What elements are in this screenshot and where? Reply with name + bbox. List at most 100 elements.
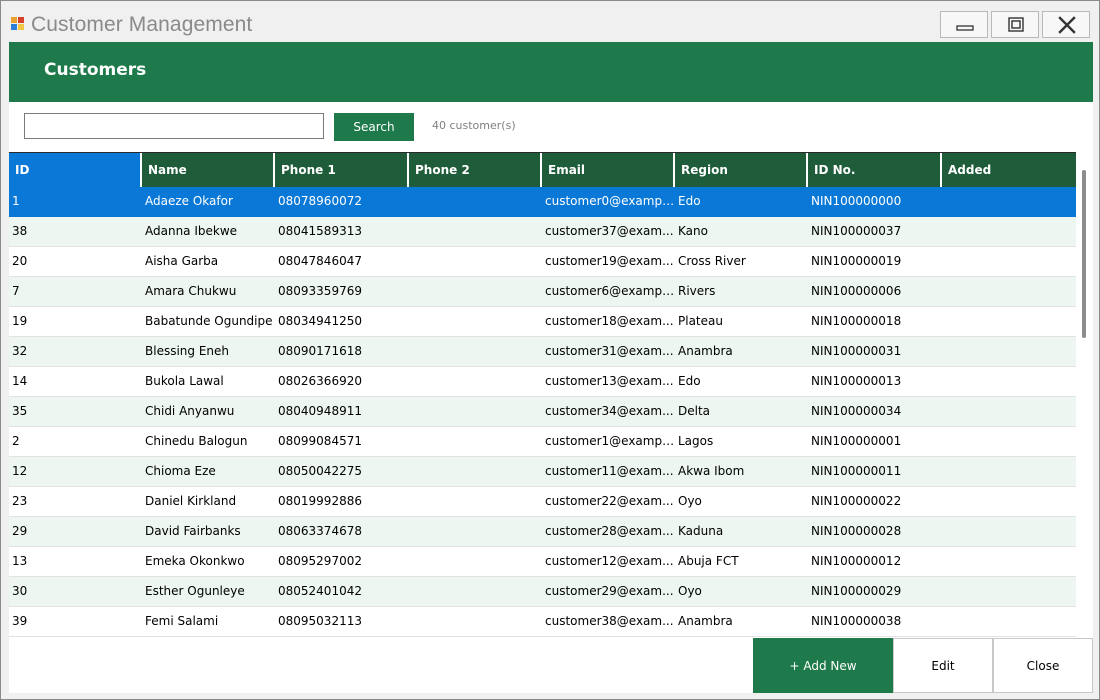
column-header-added[interactable]: Added xyxy=(942,153,1076,187)
table-cell: NIN100000019 xyxy=(811,254,902,268)
table-cell: Akwa Ibom xyxy=(678,464,745,478)
table-cell: Edo xyxy=(678,194,701,208)
table-cell: NIN100000028 xyxy=(811,524,902,538)
table-cell xyxy=(409,607,542,636)
table-cell: NIN100000037 xyxy=(811,224,902,238)
table-cell: Lagos xyxy=(678,434,714,448)
table-cell: 29 xyxy=(12,524,28,538)
table-cell xyxy=(942,427,1076,456)
table-cell: customer1@exampl... xyxy=(545,434,675,448)
table-row[interactable]: 19 Babatunde Ogundipe 08034941250 customer1… xyxy=(9,307,1076,337)
table-cell: NIN100000038 xyxy=(811,614,902,628)
table-cell: 13 xyxy=(12,554,28,568)
table-cell xyxy=(409,577,542,606)
column-header-name[interactable]: Name xyxy=(142,153,275,187)
column-header-id-no[interactable]: ID No. xyxy=(808,153,942,187)
edit-button[interactable]: Edit xyxy=(893,638,993,693)
table-cell: customer38@exam... xyxy=(545,614,674,628)
table-cell xyxy=(942,487,1076,516)
table-row[interactable]: 14 Bukola Lawal 08026366920 customer13@exam… xyxy=(9,367,1076,397)
table-row[interactable]: 20 Aisha Garba 08047846047 customer19@exam.… xyxy=(9,247,1076,277)
table-cell: 08047846047 xyxy=(278,254,362,268)
column-header-id[interactable]: ID xyxy=(9,153,142,187)
search-bar: Search 40 customer(s) xyxy=(9,102,1093,152)
table-cell: 1 xyxy=(12,194,20,208)
table-cell: NIN100000018 xyxy=(811,314,902,328)
table-cell xyxy=(942,607,1076,636)
table-cell: Abuja FCT xyxy=(678,554,739,568)
customers-grid[interactable]: ID Name Phone 1 Phone 2 Email Region ID No. Add… xyxy=(9,152,1093,638)
table-cell xyxy=(942,247,1076,276)
table-cell: Cross River xyxy=(678,254,746,268)
table-cell: 08099084571 xyxy=(278,434,362,448)
table-row[interactable]: 35 Chidi Anyanwu 08040948911 customer34@exa… xyxy=(9,397,1076,427)
column-header-phone-2[interactable]: Phone 2 xyxy=(409,153,542,187)
table-cell xyxy=(942,457,1076,486)
table-cell: customer13@exam... xyxy=(545,374,674,388)
table-cell: Oyo xyxy=(678,584,702,598)
table-cell: customer22@exam... xyxy=(545,494,674,508)
table-cell: 08052401042 xyxy=(278,584,362,598)
close-icon xyxy=(1058,16,1076,34)
table-cell: 08019992886 xyxy=(278,494,362,508)
table-cell: NIN100000012 xyxy=(811,554,902,568)
table-cell: 38 xyxy=(12,224,28,238)
table-cell: customer34@exam... xyxy=(545,404,674,418)
table-cell xyxy=(942,277,1076,306)
table-row[interactable]: 12 Chioma Eze 08050042275 customer11@exam..… xyxy=(9,457,1076,487)
table-row[interactable]: 38 Adanna Ibekwe 08041589313 customer37@exa… xyxy=(9,217,1076,247)
table-row[interactable]: 29 David Fairbanks 08063374678 customer28@e… xyxy=(9,517,1076,547)
column-header-phone-1[interactable]: Phone 1 xyxy=(275,153,409,187)
table-row[interactable]: 7 Amara Chukwu 08093359769 customer6@exampl… xyxy=(9,277,1076,307)
table-cell: customer6@exampl... xyxy=(545,284,675,298)
table-cell: 20 xyxy=(12,254,28,268)
table-row[interactable]: 2 Chinedu Balogun 08099084571 customer1@exa… xyxy=(9,427,1076,457)
table-cell xyxy=(942,367,1076,396)
table-cell: 08063374678 xyxy=(278,524,362,538)
table-cell xyxy=(942,397,1076,426)
add-new-button[interactable]: + Add New xyxy=(753,638,893,693)
table-cell xyxy=(942,577,1076,606)
table-cell: customer0@exampl... xyxy=(545,194,675,208)
table-cell: 08041589313 xyxy=(278,224,362,238)
customer-count-label: 40 customer(s) xyxy=(432,119,516,132)
table-cell: Plateau xyxy=(678,314,723,328)
table-cell: NIN100000011 xyxy=(811,464,902,478)
scrollbar-thumb[interactable] xyxy=(1082,170,1086,338)
column-header-region[interactable]: Region xyxy=(675,153,808,187)
table-cell: customer11@exam... xyxy=(545,464,674,478)
table-row[interactable]: 39 Femi Salami 08095032113 customer38@exam.… xyxy=(9,607,1076,637)
title-bar[interactable]: Customer Management xyxy=(1,1,1099,42)
table-cell: customer28@exam... xyxy=(545,524,674,538)
table-cell: 2 xyxy=(12,434,20,448)
table-row[interactable]: 32 Blessing Eneh 08090171618 customer31@exa… xyxy=(9,337,1076,367)
table-cell: 19 xyxy=(12,314,28,328)
table-cell: Oyo xyxy=(678,494,702,508)
table-cell: Femi Salami xyxy=(145,614,219,628)
table-cell: NIN100000031 xyxy=(811,344,902,358)
table-cell: Esther Ogunleye xyxy=(145,584,245,598)
table-cell: 08093359769 xyxy=(278,284,362,298)
table-cell: Chidi Anyanwu xyxy=(145,404,235,418)
table-cell: Anambra xyxy=(678,344,733,358)
table-row[interactable]: 30 Esther Ogunleye 08052401042 customer29@e… xyxy=(9,577,1076,607)
search-input[interactable] xyxy=(24,113,324,139)
table-row[interactable]: 13 Emeka Okonkwo 08095297002 customer12@exa… xyxy=(9,547,1076,577)
table-cell: customer37@exam... xyxy=(545,224,674,238)
table-cell: 08026366920 xyxy=(278,374,362,388)
minimize-button[interactable] xyxy=(940,11,988,38)
app-icon xyxy=(11,17,25,31)
table-cell xyxy=(409,427,542,456)
column-header-email[interactable]: Email xyxy=(542,153,675,187)
table-cell: 08078960072 xyxy=(278,194,362,208)
maximize-button[interactable] xyxy=(991,11,1039,38)
table-cell: 7 xyxy=(12,284,20,298)
close-button[interactable]: Close xyxy=(993,638,1093,693)
close-window-button[interactable] xyxy=(1042,11,1090,38)
table-row[interactable]: 1 Adaeze Okafor 08078960072 customer0@examp… xyxy=(9,187,1076,217)
table-cell: 32 xyxy=(12,344,28,358)
table-row[interactable]: 23 Daniel Kirkland 08019992886 customer22@e… xyxy=(9,487,1076,517)
search-button[interactable]: Search xyxy=(334,113,414,141)
table-cell xyxy=(942,187,1076,216)
table-cell: David Fairbanks xyxy=(145,524,241,538)
